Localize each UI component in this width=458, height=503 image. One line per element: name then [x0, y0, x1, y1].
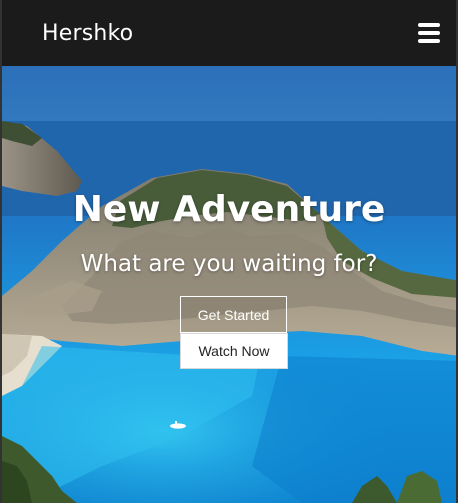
brand-logo-link[interactable]: Hershko — [42, 21, 133, 46]
top-navbar: Hershko — [2, 0, 456, 66]
hero-subtitle: What are you waiting for? — [80, 251, 378, 277]
get-started-button[interactable]: Get Started — [180, 296, 287, 333]
watch-now-button[interactable]: Watch Now — [180, 333, 288, 369]
menu-bar-line — [418, 23, 440, 27]
hero-title: New Adventure — [72, 189, 386, 230]
hero-content: New Adventure What are you waiting for? … — [2, 66, 456, 503]
hamburger-menu-icon[interactable] — [418, 23, 440, 43]
menu-bar-line — [418, 39, 440, 43]
menu-bar-line — [418, 31, 440, 35]
app-frame: Hershko New Adventure What are you waiti… — [0, 0, 458, 503]
